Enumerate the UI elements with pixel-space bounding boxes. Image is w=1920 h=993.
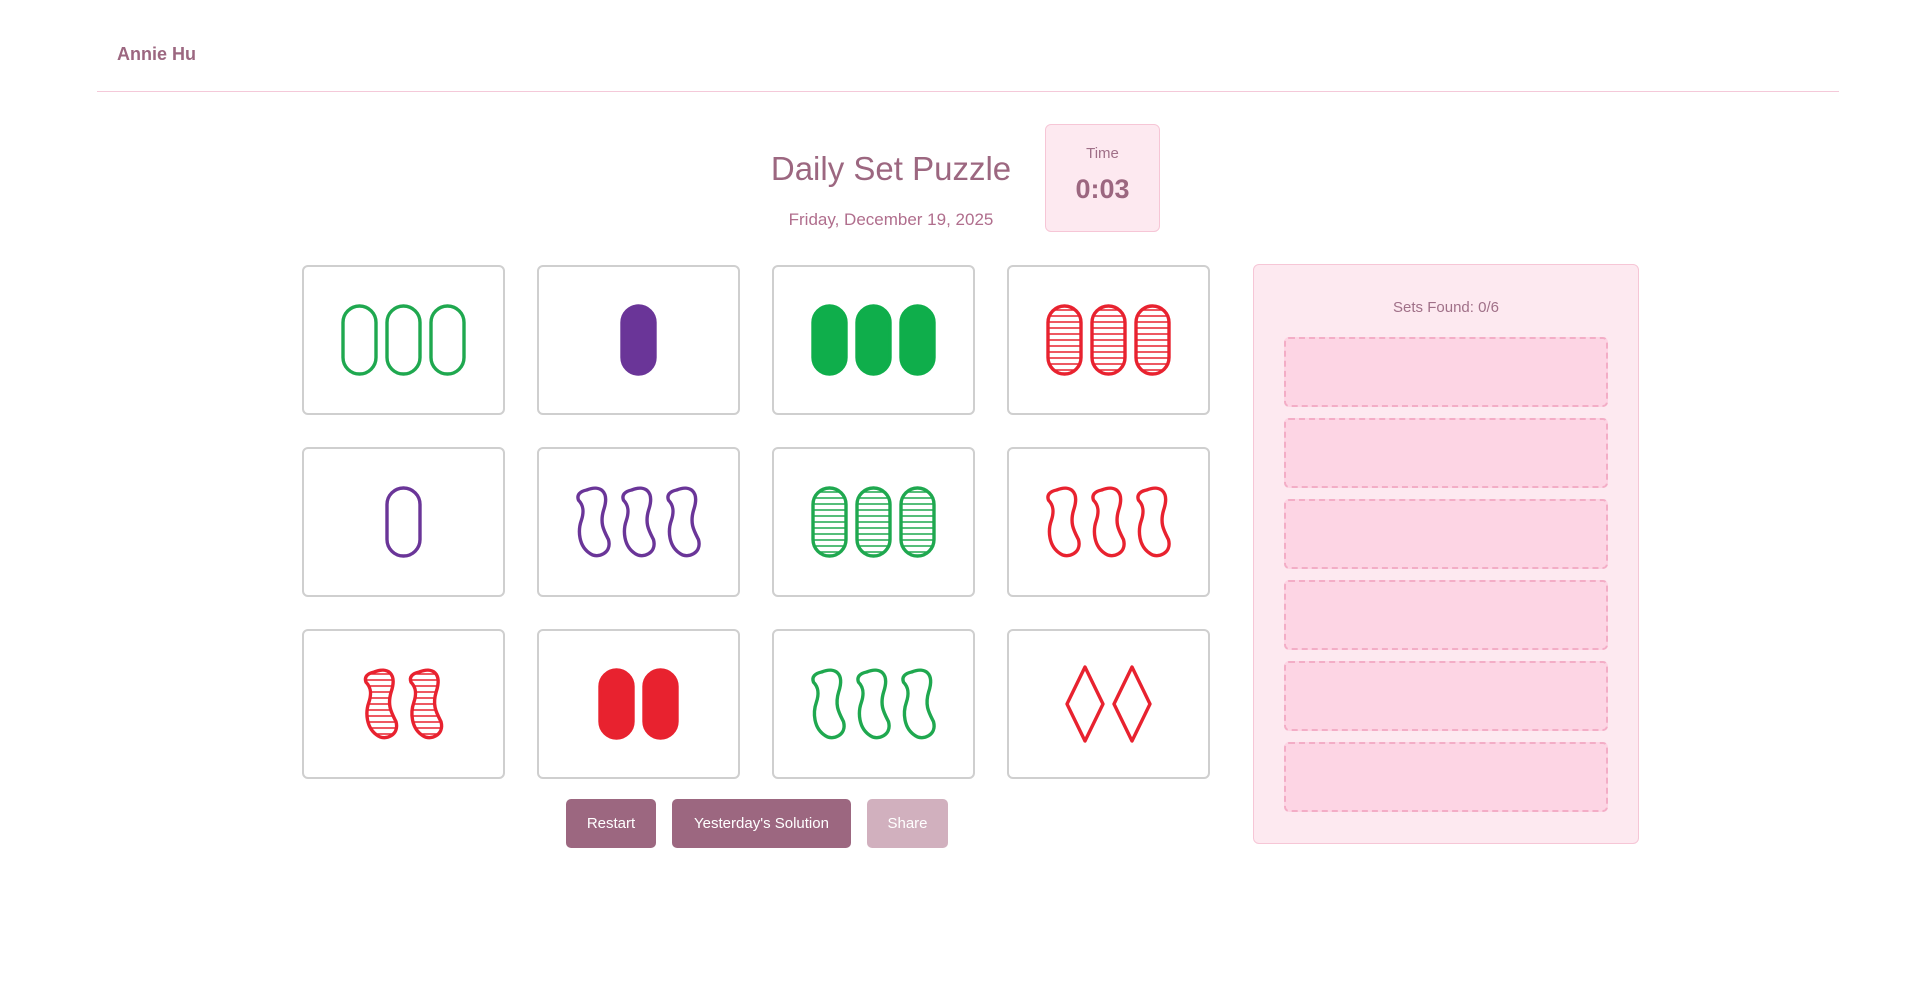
squiggle-shape: [811, 668, 846, 740]
set-card[interactable]: [302, 629, 505, 779]
set-card[interactable]: [772, 265, 975, 415]
set-slot: [1284, 580, 1608, 650]
oval-shape: [429, 304, 466, 376]
timer-label: Time: [1086, 145, 1119, 162]
card-symbols: [620, 304, 657, 376]
set-card[interactable]: [1007, 265, 1210, 415]
set-card[interactable]: [1007, 447, 1210, 597]
card-symbols: [811, 304, 936, 376]
set-card[interactable]: [537, 447, 740, 597]
card-symbols: [1065, 665, 1152, 743]
set-card[interactable]: [537, 629, 740, 779]
set-slot: [1284, 499, 1608, 569]
diamond-shape: [1112, 665, 1152, 743]
card-symbols: [598, 668, 679, 740]
squiggle-shape: [1136, 486, 1171, 558]
oval-shape: [899, 304, 936, 376]
set-card[interactable]: [537, 265, 740, 415]
set-card[interactable]: [772, 629, 975, 779]
brand-name[interactable]: Annie Hu: [117, 44, 196, 65]
sets-found-panel: Sets Found: 0/6: [1253, 264, 1639, 844]
shape-stripes: [1048, 309, 1081, 371]
timer-box: Time 0:03: [1045, 124, 1160, 232]
squiggle-shape: [666, 486, 701, 558]
oval-shape: [855, 304, 892, 376]
shape-stripes: [1092, 309, 1125, 371]
restart-button[interactable]: Restart: [566, 799, 656, 848]
shape-stripes: [857, 491, 890, 553]
set-slot: [1284, 418, 1608, 488]
timer-value: 0:03: [1075, 174, 1130, 204]
card-symbols: [811, 486, 936, 558]
card-symbols: [811, 668, 936, 740]
set-slot: [1284, 742, 1608, 812]
set-card[interactable]: [302, 447, 505, 597]
card-symbols: [363, 668, 444, 740]
shape-stripes: [410, 673, 442, 735]
yesterdays-solution-button[interactable]: Yesterday's Solution: [672, 799, 851, 848]
set-slot: [1284, 337, 1608, 407]
squiggle-shape: [856, 668, 891, 740]
oval-shape: [642, 668, 679, 740]
set-card[interactable]: [772, 447, 975, 597]
oval-shape: [385, 304, 422, 376]
set-card[interactable]: [302, 265, 505, 415]
oval-shape: [598, 668, 635, 740]
card-symbols: [576, 486, 701, 558]
card-symbols: [341, 304, 466, 376]
diamond-shape: [1065, 665, 1105, 743]
header-divider: [97, 91, 1839, 92]
oval-shape: [620, 304, 657, 376]
set-card[interactable]: [1007, 629, 1210, 779]
oval-shape: [341, 304, 378, 376]
set-slot: [1284, 661, 1608, 731]
squiggle-shape: [1091, 486, 1126, 558]
squiggle-shape: [621, 486, 656, 558]
card-symbols: [1046, 486, 1171, 558]
squiggle-shape: [1046, 486, 1081, 558]
squiggle-shape: [901, 668, 936, 740]
shape-stripes: [901, 491, 934, 553]
puzzle-date: Friday, December 19, 2025: [788, 210, 994, 229]
squiggle-shape: [576, 486, 611, 558]
page-title: Daily Set Puzzle: [770, 150, 1012, 187]
shape-stripes: [365, 673, 397, 735]
card-symbols: [385, 486, 422, 558]
shape-stripes: [1136, 309, 1169, 371]
oval-shape: [811, 304, 848, 376]
sets-found-label: Sets Found: 0/6: [1393, 299, 1499, 316]
shape-stripes: [813, 491, 846, 553]
oval-shape: [385, 486, 422, 558]
card-symbols: [1046, 304, 1171, 376]
share-button[interactable]: Share: [867, 799, 948, 848]
